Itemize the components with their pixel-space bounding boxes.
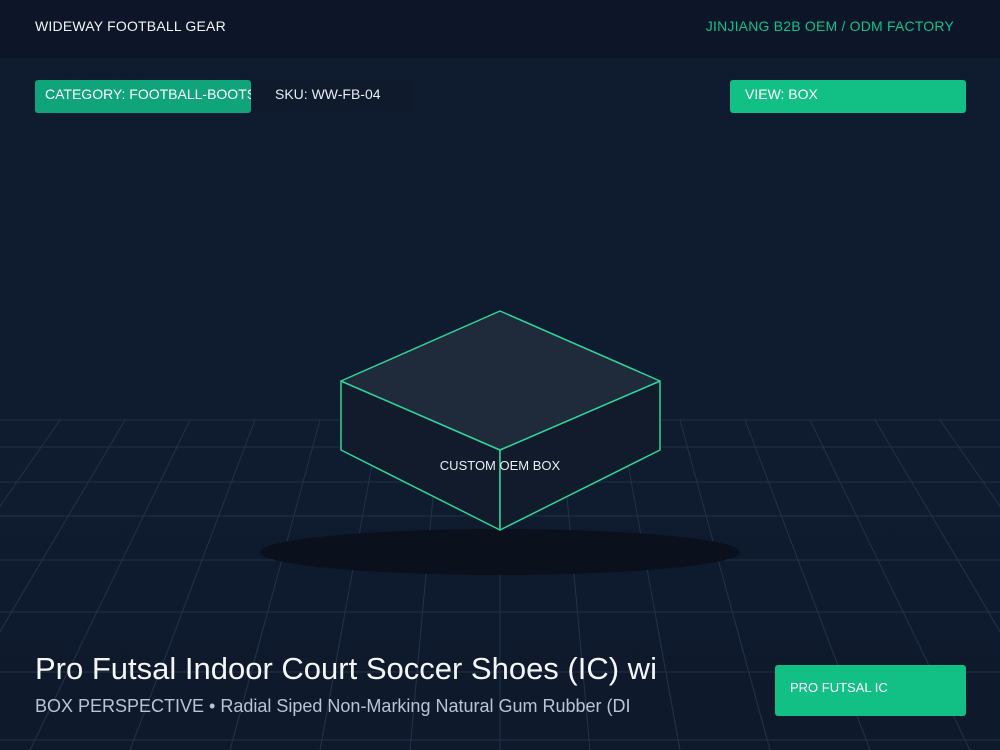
sku-chip: SKU: WW-FB-04 [251,80,411,113]
product-title: Pro Futsal Indoor Court Soccer Shoes (IC… [35,651,657,686]
product-viewer: WIDEWAY FOOTBALL GEAR JINJIANG B2B OEM /… [0,0,1000,750]
factory-tagline: JINJIANG B2B OEM / ODM FACTORY [705,18,954,34]
category-chip[interactable]: CATEGORY: FOOTBALL-BOOTS [35,80,256,113]
brand-name: WIDEWAY FOOTBALL GEAR [35,18,226,34]
product-subtitle: BOX PERSPECTIVE • Radial Siped Non-Marki… [35,696,631,716]
box-3d [340,310,661,531]
view-toggle-button[interactable]: VIEW: BOX [730,80,966,113]
box-label: CUSTOM OEM BOX [439,458,561,473]
box-shadow [260,529,740,575]
top-bar: WIDEWAY FOOTBALL GEAR JINJIANG B2B OEM /… [0,0,1000,58]
product-line-badge[interactable]: PRO FUTSAL IC [775,665,966,716]
